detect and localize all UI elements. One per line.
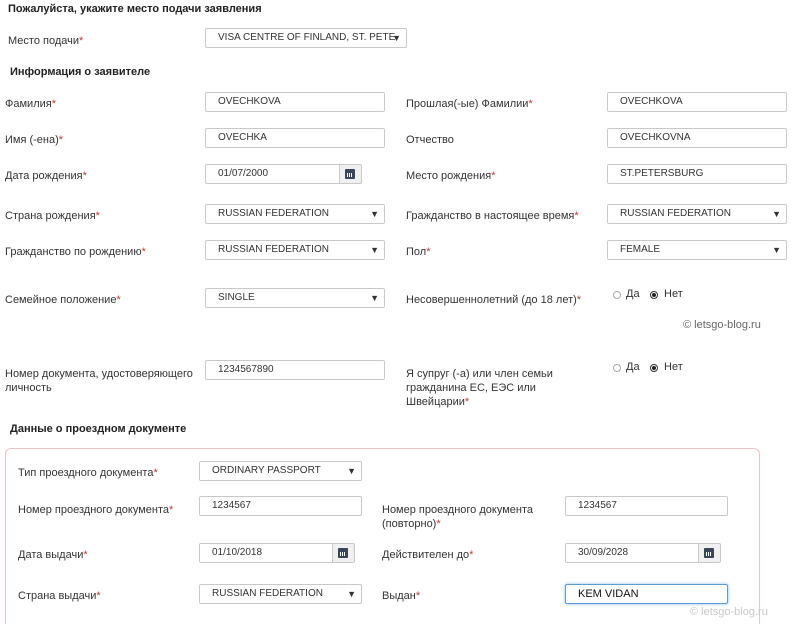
birth-citizenship-select[interactable]: RUSSIAN FEDERATION ▼ [205, 240, 385, 260]
minor-yes-label: Да [626, 288, 640, 300]
chevron-down-icon: ▼ [392, 33, 401, 43]
eu-family-label: Я супруг (-а) или член семьи гражданина Е… [406, 368, 553, 408]
birthplace-label: Место рождения* [406, 170, 496, 182]
citizenship-label: Гражданство в настоящее время* [406, 210, 579, 222]
chevron-down-icon: ▼ [370, 245, 379, 255]
minor-label: Несовершеннолетний (до 18 лет)* [406, 294, 582, 306]
doc-number-input[interactable]: 1234567890 [205, 360, 385, 380]
dob-calendar-button[interactable] [340, 164, 362, 184]
travel-number-label: Номер проездного документа* [18, 504, 174, 516]
issue-date-input[interactable]: 01/10/2018 [199, 543, 333, 563]
valid-until-datepicker: 30/09/2028 [565, 543, 721, 563]
surname-label: Фамилия* [5, 98, 56, 110]
surname-input[interactable]: OVECHKOVA [205, 92, 385, 112]
patronymic-input[interactable]: OVECHKOVNA [607, 128, 787, 148]
dob-label: Дата рождения* [5, 170, 87, 182]
patronymic-label: Отчество [406, 134, 454, 146]
place-select[interactable]: VISA CENTRE OF FINLAND, ST. PETE ▼ [205, 28, 407, 48]
birth-country-select[interactable]: RUSSIAN FEDERATION ▼ [205, 204, 385, 224]
calendar-icon [338, 548, 348, 558]
eu-family-no-label: Нет [664, 361, 683, 373]
travel-number-repeat-input[interactable]: 1234567 [565, 496, 728, 516]
doc-number-label: Номер документа, удостоверяющего личность [5, 368, 193, 394]
calendar-icon [345, 169, 355, 179]
issued-by-input[interactable]: KEM VIDAN [565, 584, 728, 604]
name-label: Имя (-ена)* [5, 134, 64, 146]
section-title-submission: Пожалуйста, укажите место подачи заявлен… [8, 3, 262, 15]
minor-yes-radio[interactable] [613, 291, 621, 299]
chevron-down-icon: ▼ [347, 589, 356, 599]
travel-type-select[interactable]: ORDINARY PASSPORT ▼ [199, 461, 362, 481]
chevron-down-icon: ▼ [347, 466, 356, 476]
issue-country-label: Страна выдачи* [18, 590, 101, 602]
issue-date-calendar-button[interactable] [333, 543, 355, 563]
minor-no-label: Нет [664, 288, 683, 300]
chevron-down-icon: ▼ [772, 245, 781, 255]
chevron-down-icon: ▼ [370, 293, 379, 303]
citizenship-select[interactable]: RUSSIAN FEDERATION ▼ [607, 204, 787, 224]
issued-by-label: Выдан* [382, 590, 421, 602]
issue-date-label: Дата выдачи* [18, 549, 88, 561]
birth-citizenship-label: Гражданство по рождению* [5, 246, 146, 258]
watermark: © letsgo-blog.ru [683, 319, 761, 331]
travel-number-repeat-label: Номер проездного документа (повторно)* [382, 504, 533, 530]
section-title-travel-doc: Данные о проездном документе [10, 423, 187, 435]
issue-date-datepicker: 01/10/2018 [199, 543, 355, 563]
watermark-bottom: © letsgo-blog.ru [690, 606, 768, 618]
valid-until-input[interactable]: 30/09/2028 [565, 543, 699, 563]
eu-family-yes-radio[interactable] [613, 364, 621, 372]
name-input[interactable]: OVECHKA [205, 128, 385, 148]
travel-number-input[interactable]: 1234567 [199, 496, 362, 516]
minor-no-radio[interactable] [650, 291, 658, 299]
marital-label: Семейное положение* [5, 294, 121, 306]
calendar-icon [704, 548, 714, 558]
birthplace-input[interactable]: ST.PETERSBURG [607, 164, 787, 184]
section-title-applicant: Информация о заявителе [10, 66, 151, 78]
eu-family-no-radio[interactable] [650, 364, 658, 372]
valid-until-calendar-button[interactable] [699, 543, 721, 563]
valid-until-label: Действителен до* [382, 549, 474, 561]
sex-label: Пол* [406, 246, 431, 258]
prev-surname-input[interactable]: OVECHKOVA [607, 92, 787, 112]
dob-input[interactable]: 01/07/2000 [205, 164, 340, 184]
sex-select[interactable]: FEMALE ▼ [607, 240, 787, 260]
prev-surname-label: Прошлая(-ые) Фамилии* [406, 98, 533, 110]
chevron-down-icon: ▼ [370, 209, 379, 219]
marital-select[interactable]: SINGLE ▼ [205, 288, 385, 308]
birth-country-label: Страна рождения* [5, 210, 100, 222]
dob-datepicker: 01/07/2000 [205, 164, 362, 184]
issue-country-select[interactable]: RUSSIAN FEDERATION ▼ [199, 584, 362, 604]
eu-family-yes-label: Да [626, 361, 640, 373]
travel-type-label: Тип проездного документа* [18, 467, 158, 479]
chevron-down-icon: ▼ [772, 209, 781, 219]
place-label: Место подачи* [8, 35, 84, 47]
